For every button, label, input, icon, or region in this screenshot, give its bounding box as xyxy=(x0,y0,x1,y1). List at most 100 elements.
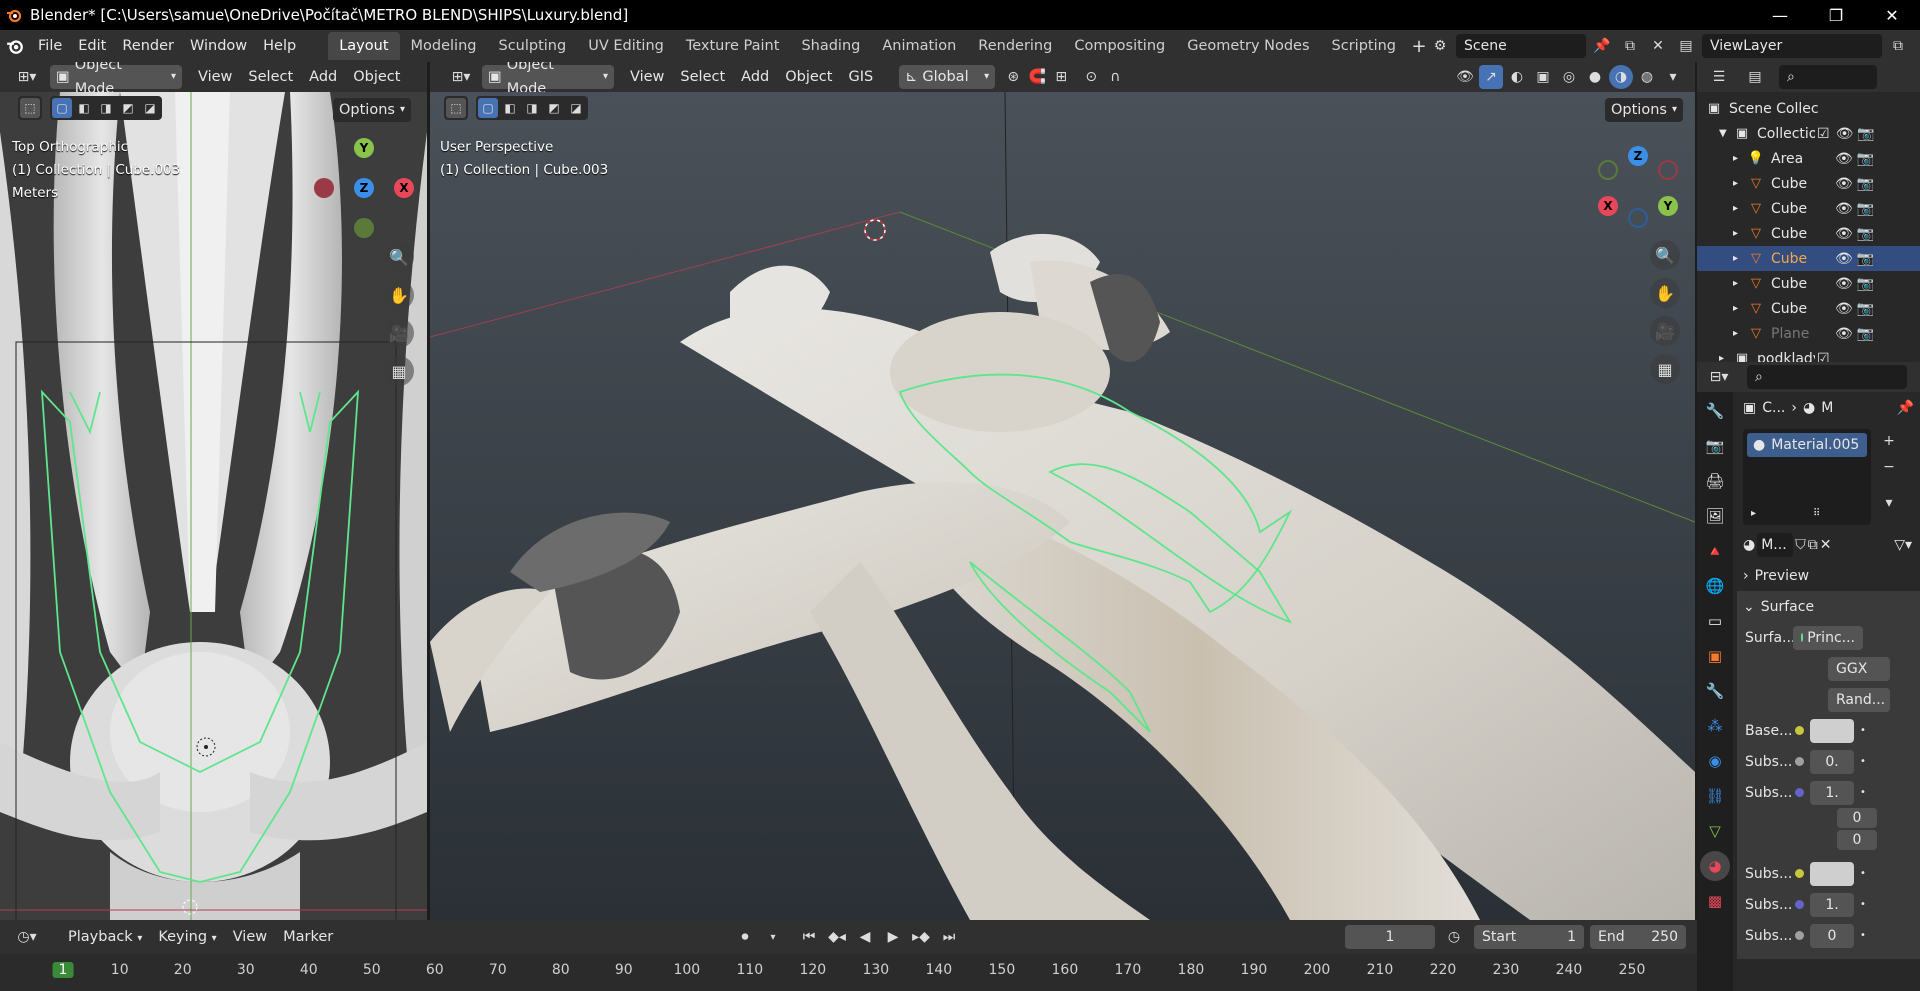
mode-subtract-icon[interactable]: ◨ xyxy=(522,98,542,118)
mode-extend-icon[interactable]: ◧ xyxy=(74,98,94,118)
shader-input-value[interactable]: 0. xyxy=(1810,749,1854,774)
play-reverse-icon[interactable]: ◀ xyxy=(853,925,877,949)
material-tab-icon[interactable]: ◕ xyxy=(1700,851,1730,881)
end-frame-field[interactable]: End 250 xyxy=(1590,925,1686,949)
eye-icon[interactable]: 👁 xyxy=(1835,301,1853,317)
camera-icon[interactable]: 🎥 xyxy=(1650,316,1680,346)
left-menu-add[interactable]: Add xyxy=(301,69,345,85)
camera-icon[interactable]: 🎥 xyxy=(384,318,414,348)
surface-panel-header[interactable]: ⌄ Surface xyxy=(1737,591,1920,622)
disclosure-triangle-icon[interactable]: ▸ xyxy=(1733,228,1747,239)
main-menu-object[interactable]: Object xyxy=(777,69,840,85)
snap-icon[interactable]: 🧲 xyxy=(1025,65,1049,89)
eye-icon[interactable]: 👁 xyxy=(1835,151,1853,167)
transform-orientation-dropdown[interactable]: ⊾ Global ▾ xyxy=(899,65,996,89)
gizmo-neg-x-axis[interactable] xyxy=(314,178,334,198)
shading-options-icon[interactable]: ▾ xyxy=(1661,65,1685,89)
modifier-tab-icon[interactable]: 🔧 xyxy=(1700,676,1730,706)
xray-icon[interactable]: ▣ xyxy=(1531,65,1555,89)
disclosure-triangle-icon[interactable]: ▸ xyxy=(1719,353,1733,362)
menu-help[interactable]: Help xyxy=(255,32,304,60)
tab-compositing[interactable]: Compositing xyxy=(1063,32,1176,60)
fake-user-icon[interactable]: ⛉ xyxy=(1795,537,1806,553)
data-tab-icon[interactable]: ▽ xyxy=(1700,816,1730,846)
input-socket-icon[interactable] xyxy=(1795,788,1804,797)
left-mode-dropdown[interactable]: ▣ Object Mode ▾ xyxy=(50,62,182,97)
material-browse-icon[interactable]: ◕ xyxy=(1743,537,1755,553)
add-slot-icon[interactable]: + xyxy=(1877,429,1901,453)
left-menu-view[interactable]: View xyxy=(190,69,240,85)
camera-render-icon[interactable]: 📷 xyxy=(1857,276,1874,292)
tab-uv-editing[interactable]: UV Editing xyxy=(577,32,675,60)
left-nav-gizmo[interactable]: Y Z X xyxy=(310,138,420,248)
particles-tab-icon[interactable]: ⁂ xyxy=(1700,711,1730,741)
record-keyframe-icon[interactable]: ⏺ xyxy=(733,925,757,949)
pan-hand-icon[interactable]: ✋ xyxy=(1650,278,1680,308)
perspective-toggle-icon[interactable]: ▦ xyxy=(1650,354,1680,384)
surface-shader-dropdown[interactable]: Princ... xyxy=(1793,625,1863,650)
keyframe-dot-icon[interactable]: • xyxy=(1860,930,1866,941)
camera-render-icon[interactable]: 📷 xyxy=(1857,176,1874,192)
gizmo-x-axis[interactable]: X xyxy=(1598,196,1618,216)
duplicate-icon[interactable]: ⧉ xyxy=(1808,537,1818,553)
start-frame-field[interactable]: Start 1 xyxy=(1474,925,1584,949)
outliner-scene-collection[interactable]: ▣ Scene Collec xyxy=(1697,96,1920,121)
material-slot-item[interactable]: ● Material.005 xyxy=(1747,433,1867,457)
distribution-dropdown[interactable]: GGX xyxy=(1828,656,1890,681)
checkbox-icon[interactable]: ☑ xyxy=(1817,351,1830,363)
overlay-toggle-icon[interactable]: ◐ xyxy=(1505,65,1529,89)
jump-start-icon[interactable]: ⏮ xyxy=(797,925,821,949)
resize-handle-icon[interactable]: ⠿ xyxy=(1813,508,1820,519)
main-menu-gis[interactable]: GIS xyxy=(840,69,881,85)
disclosure-triangle-icon[interactable]: ▸ xyxy=(1733,153,1747,164)
delete-viewlayer-icon[interactable]: ✕ xyxy=(1914,34,1920,58)
disclosure-triangle-icon[interactable]: ▸ xyxy=(1733,328,1747,339)
keyframe-dot-icon[interactable]: • xyxy=(1860,899,1866,910)
tab-shading[interactable]: Shading xyxy=(790,32,871,60)
disclosure-triangle-icon[interactable]: ▸ xyxy=(1733,178,1747,189)
pivot-point-icon[interactable]: ⊛ xyxy=(1001,65,1025,89)
remove-slot-icon[interactable]: − xyxy=(1877,455,1901,479)
scene-icon[interactable]: ⚙ xyxy=(1428,34,1452,58)
visibility-icon[interactable]: 👁 xyxy=(1453,65,1477,89)
blender-menu-icon[interactable] xyxy=(0,37,30,55)
mode-intersect-icon[interactable]: ◪ xyxy=(140,98,160,118)
camera-render-icon[interactable]: 📷 xyxy=(1857,226,1874,242)
link-dropdown-icon[interactable]: ▽▾ xyxy=(1894,537,1912,553)
slot-menu-icon[interactable]: ▾ xyxy=(1877,491,1901,515)
new-viewlayer-icon[interactable]: ⧉ xyxy=(1886,34,1910,58)
input-socket-icon[interactable] xyxy=(1795,900,1804,909)
eye-icon[interactable]: 👁 xyxy=(1835,276,1853,292)
tab-rendering[interactable]: Rendering xyxy=(967,32,1063,60)
disclosure-triangle-icon[interactable]: ▸ xyxy=(1733,278,1747,289)
tab-texture-paint[interactable]: Texture Paint xyxy=(675,32,791,60)
select-box-tool-icon[interactable]: ⬚ xyxy=(446,98,466,118)
unlink-icon[interactable]: ✕ xyxy=(1820,537,1832,553)
outliner-item[interactable]: ▸ ▽ Cube 👁 📷 xyxy=(1697,246,1920,271)
menu-file[interactable]: File xyxy=(30,32,70,60)
view-layer-tab-icon[interactable]: 🖼 xyxy=(1700,501,1730,531)
world-tab-icon[interactable]: 🌐 xyxy=(1700,571,1730,601)
eye-icon[interactable]: 👁 xyxy=(1835,326,1853,342)
input-socket-icon[interactable] xyxy=(1795,726,1804,735)
mode-new-icon[interactable]: ▢ xyxy=(52,98,72,118)
menu-edit[interactable]: Edit xyxy=(70,32,114,60)
editor-type-icon[interactable]: ⊞▾ xyxy=(444,65,478,89)
mode-intersect-icon[interactable]: ◪ xyxy=(566,98,586,118)
constraints-tab-icon[interactable]: ⛓ xyxy=(1700,781,1730,811)
outliner-item[interactable]: ▸ ▽ Plane 👁 📷 xyxy=(1697,321,1920,346)
zoom-icon[interactable]: 🔍 xyxy=(384,242,414,272)
editor-type-icon[interactable]: ⊞▾ xyxy=(10,65,44,89)
solid-shading-icon[interactable]: ● xyxy=(1583,65,1607,89)
eye-icon[interactable]: 👁 xyxy=(1835,201,1853,217)
outliner-search-input[interactable]: ⌕ xyxy=(1779,65,1877,89)
prev-keyframe-icon[interactable]: ◆◂ xyxy=(825,925,849,949)
left-viewport[interactable]: ⊞▾ ▣ Object Mode ▾ View Select Add Object … xyxy=(0,62,427,920)
disclosure-triangle-icon[interactable]: ▸ xyxy=(1733,203,1747,214)
next-keyframe-icon[interactable]: ▸◆ xyxy=(909,925,933,949)
properties-editor-icon[interactable]: ⊟▾ xyxy=(1707,365,1731,389)
gizmo-neg-y-axis[interactable] xyxy=(354,218,374,238)
mode-difference-icon[interactable]: ◩ xyxy=(118,98,138,118)
texture-tab-icon[interactable]: ▩ xyxy=(1700,886,1730,916)
preview-range-clock-icon[interactable]: ◷ xyxy=(1442,925,1466,949)
